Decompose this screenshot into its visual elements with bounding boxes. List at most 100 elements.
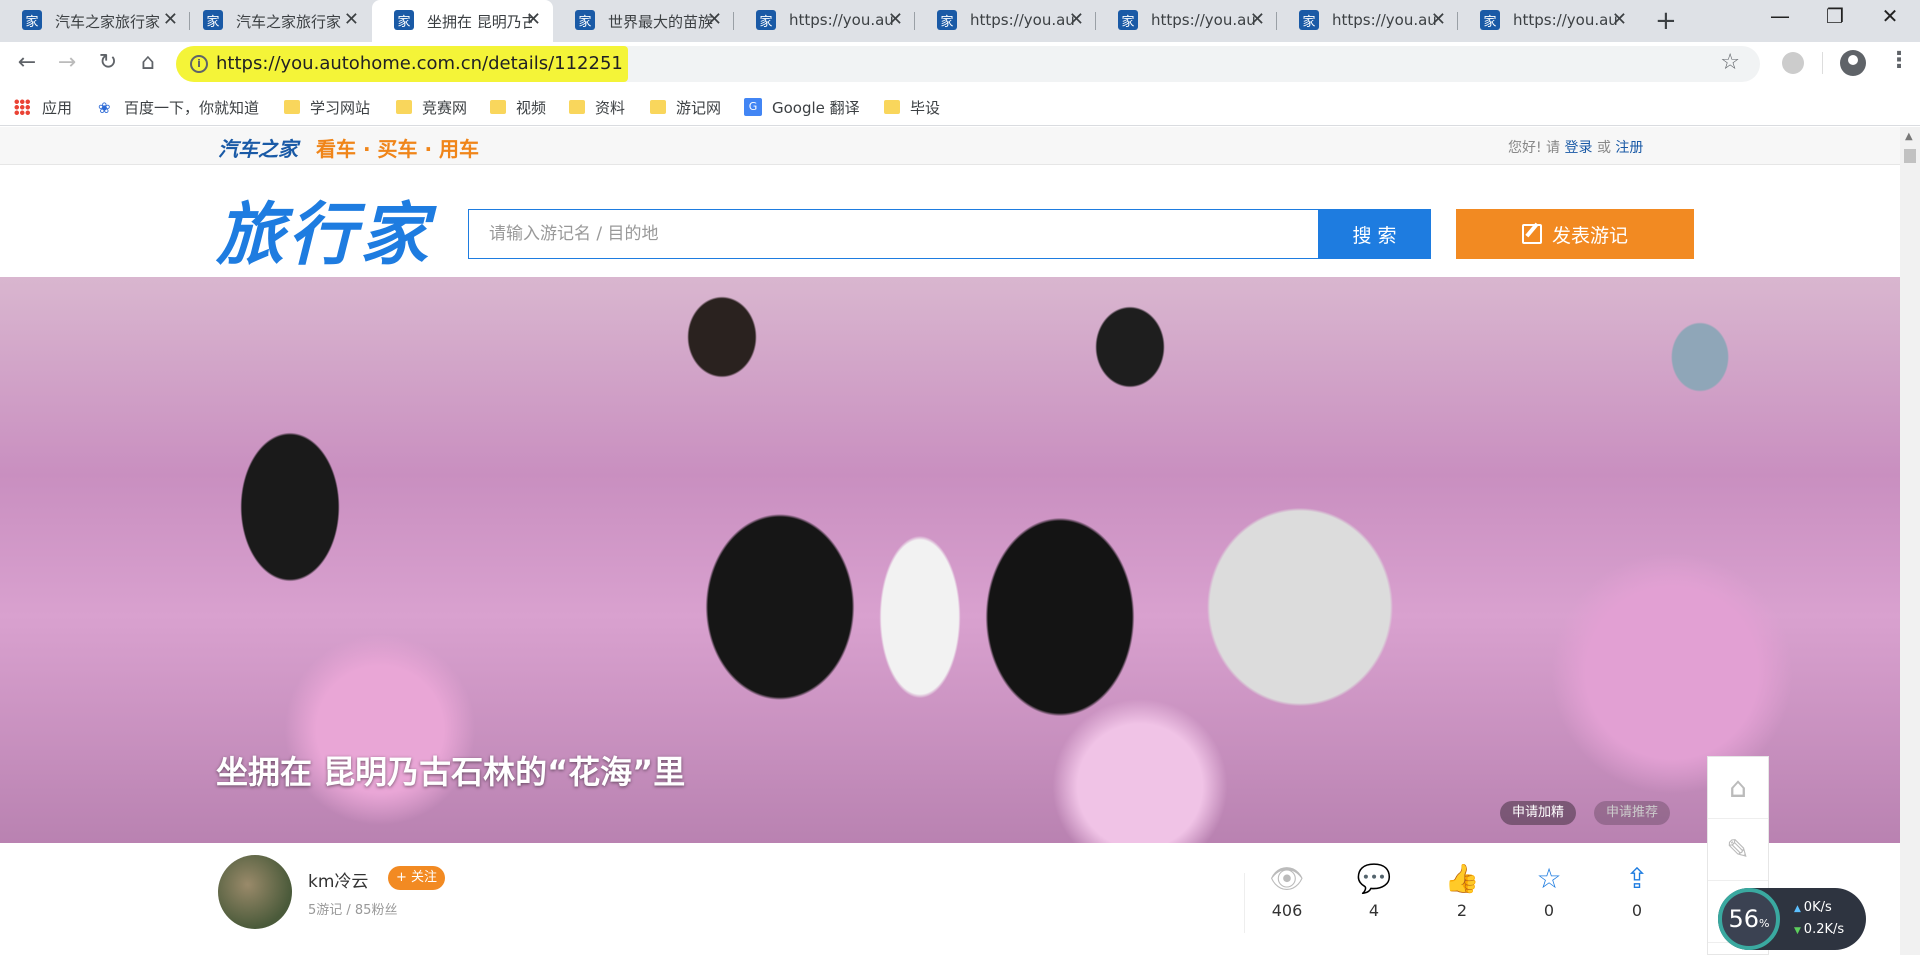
bookmark-folder[interactable]: 毕设: [884, 94, 940, 120]
close-tab-icon[interactable]: ✕: [1250, 9, 1265, 30]
browser-tab-active[interactable]: 家 坐拥在 昆明乃古 ✕: [372, 0, 553, 42]
author-bar: km冷云 + 关注 5游记 / 85粉丝 👁 406 💬 4 👍 2 ☆ 0 ⇪…: [0, 843, 1900, 955]
eye-icon: 👁: [1269, 862, 1305, 895]
autohome-favicon-icon: 家: [575, 10, 595, 30]
network-speed-widget[interactable]: 56% 0K/s 0.2K/s: [1718, 888, 1866, 950]
pencil-edit-icon[interactable]: ✎: [1708, 819, 1768, 881]
new-tab-plus-icon[interactable]: +: [1655, 6, 1677, 36]
browser-tab[interactable]: 家 https://you.au ✕: [1458, 0, 1639, 42]
minimize-icon[interactable]: —: [1760, 4, 1800, 28]
bookmark-label: Google 翻译: [772, 98, 860, 117]
page-scrollbar[interactable]: ▲: [1900, 127, 1920, 955]
close-tab-icon[interactable]: ✕: [707, 9, 722, 30]
close-window-icon[interactable]: ✕: [1870, 4, 1910, 28]
folder-icon: [284, 100, 300, 114]
hero-image: 坐拥在 昆明乃古石林的“花海”里 申请加精 申请推荐: [0, 277, 1900, 843]
kebab-menu-icon[interactable]: ⋮: [1888, 48, 1910, 73]
site-info-icon[interactable]: i: [190, 55, 208, 73]
likes-stat[interactable]: 👍 2: [1432, 861, 1492, 920]
bookmark-label: 百度一下，你就知道: [124, 98, 260, 117]
close-tab-icon[interactable]: ✕: [344, 9, 359, 30]
bookmark-label: 竞赛网: [422, 98, 468, 117]
page-viewport: 汽车之家 看车 · 买车 · 用车 您好! 请 登录 或 注册 旅行家 搜 索 …: [0, 127, 1900, 955]
percent-unit: %: [1759, 917, 1770, 930]
bookmark-folder[interactable]: 资料: [569, 94, 625, 120]
browser-tab[interactable]: 家 汽车之家旅行家 ✕: [0, 0, 190, 42]
shares-stat[interactable]: ⇪ 0: [1607, 861, 1667, 920]
bookmark-apps[interactable]: 应用: [14, 94, 72, 120]
close-tab-icon[interactable]: ✕: [888, 9, 903, 30]
author-avatar[interactable]: [218, 855, 292, 929]
bookmark-label: 应用: [42, 98, 73, 117]
back-arrow-icon[interactable]: ←: [12, 50, 42, 75]
divider: [1244, 873, 1245, 933]
autohome-favicon-icon: 家: [1118, 10, 1138, 30]
browser-tab[interactable]: 家 https://you.au ✕: [734, 0, 915, 42]
bookmark-folder[interactable]: 学习网站: [284, 94, 370, 120]
tab-strip: 家 汽车之家旅行家 ✕ 家 汽车之家旅行家 ✕ 家 坐拥在 昆明乃古 ✕ 家 世…: [0, 0, 1920, 42]
favorites-stat[interactable]: ☆ 0: [1519, 861, 1579, 920]
browser-tab[interactable]: 家 https://you.au ✕: [915, 0, 1096, 42]
edit-icon: [1521, 224, 1542, 244]
autohome-logo[interactable]: 汽车之家: [218, 133, 298, 162]
reload-icon[interactable]: ↻: [93, 50, 123, 75]
close-tab-icon[interactable]: ✕: [163, 9, 178, 30]
close-tab-icon[interactable]: ✕: [1612, 9, 1627, 30]
bookmark-folder[interactable]: 视频: [490, 94, 546, 120]
search-input[interactable]: [468, 209, 1318, 259]
scroll-up-arrow-icon[interactable]: ▲: [1905, 131, 1913, 142]
star-icon: ☆: [1536, 862, 1562, 895]
login-link[interactable]: 登录: [1565, 140, 1593, 156]
browser-tab[interactable]: 家 https://you.au ✕: [1277, 0, 1458, 42]
post-travelogue-button[interactable]: 发表游记: [1456, 209, 1694, 259]
folder-icon: [650, 100, 666, 114]
url-text[interactable]: https://you.autohome.com.cn/details/1122…: [216, 53, 623, 74]
apply-featured-button[interactable]: 申请加精: [1500, 801, 1577, 825]
bookmark-baidu[interactable]: ❀ 百度一下，你就知道: [98, 94, 259, 120]
close-tab-icon[interactable]: ✕: [1069, 9, 1084, 30]
folder-icon: [490, 100, 506, 114]
google-translate-icon: G: [744, 98, 762, 116]
bookmark-label: 游记网: [676, 98, 722, 117]
browser-tab[interactable]: 家 https://you.au ✕: [1096, 0, 1277, 42]
scrollbar-thumb[interactable]: [1904, 149, 1916, 163]
follow-button[interactable]: + 关注: [388, 866, 446, 890]
tab-title: 世界最大的苗族: [608, 13, 713, 31]
travel-brand-logo[interactable]: 旅行家: [216, 179, 432, 278]
author-stats: 5游记 / 85粉丝: [308, 903, 398, 918]
home-icon[interactable]: ⌂: [1708, 757, 1768, 819]
extension-icon[interactable]: [1782, 52, 1804, 74]
site-slogan: 看车 · 买车 · 用车: [316, 137, 480, 161]
article-title: 坐拥在 昆明乃古石林的“花海”里: [216, 753, 686, 791]
browser-tab[interactable]: 家 汽车之家旅行家 ✕: [181, 0, 371, 42]
browser-tab[interactable]: 家 世界最大的苗族 ✕: [553, 0, 734, 42]
restore-icon[interactable]: ❐: [1815, 4, 1855, 28]
site-header: 旅行家 搜 索 发表游记: [0, 165, 1900, 279]
close-tab-icon[interactable]: ✕: [526, 9, 541, 30]
autohome-favicon-icon: 家: [1299, 10, 1319, 30]
close-tab-icon[interactable]: ✕: [1431, 9, 1446, 30]
baidu-paw-icon: ❀: [98, 99, 111, 117]
login-prompt: 您好! 请 登录 或 注册: [1508, 137, 1643, 157]
bookmark-folder[interactable]: 游记网: [650, 94, 721, 120]
home-icon[interactable]: ⌂: [133, 50, 163, 75]
comments-stat[interactable]: 💬 4: [1344, 861, 1404, 920]
autohome-favicon-icon: 家: [937, 10, 957, 30]
bookmark-star-icon[interactable]: ☆: [1720, 50, 1740, 75]
share-icon: ⇪: [1625, 862, 1649, 895]
post-button-label: 发表游记: [1551, 224, 1628, 247]
autohome-favicon-icon: 家: [203, 10, 223, 30]
register-link[interactable]: 注册: [1615, 140, 1643, 156]
bookmark-folder[interactable]: 竞赛网: [396, 94, 467, 120]
bookmark-label: 视频: [516, 98, 547, 117]
percent-value: 56: [1728, 905, 1760, 933]
apply-recommend-button[interactable]: 申请推荐: [1594, 801, 1671, 825]
forward-arrow-icon[interactable]: →: [52, 50, 82, 75]
bookmark-label: 资料: [595, 98, 626, 117]
bookmark-google-translate[interactable]: G Google 翻译: [744, 94, 860, 120]
search-button[interactable]: 搜 索: [1318, 209, 1431, 259]
author-name[interactable]: km冷云: [308, 867, 368, 892]
tab-title: 汽车之家旅行家: [236, 13, 342, 31]
address-bar[interactable]: i https://you.autohome.com.cn/details/11…: [176, 46, 1760, 82]
account-avatar-icon[interactable]: [1840, 50, 1866, 76]
